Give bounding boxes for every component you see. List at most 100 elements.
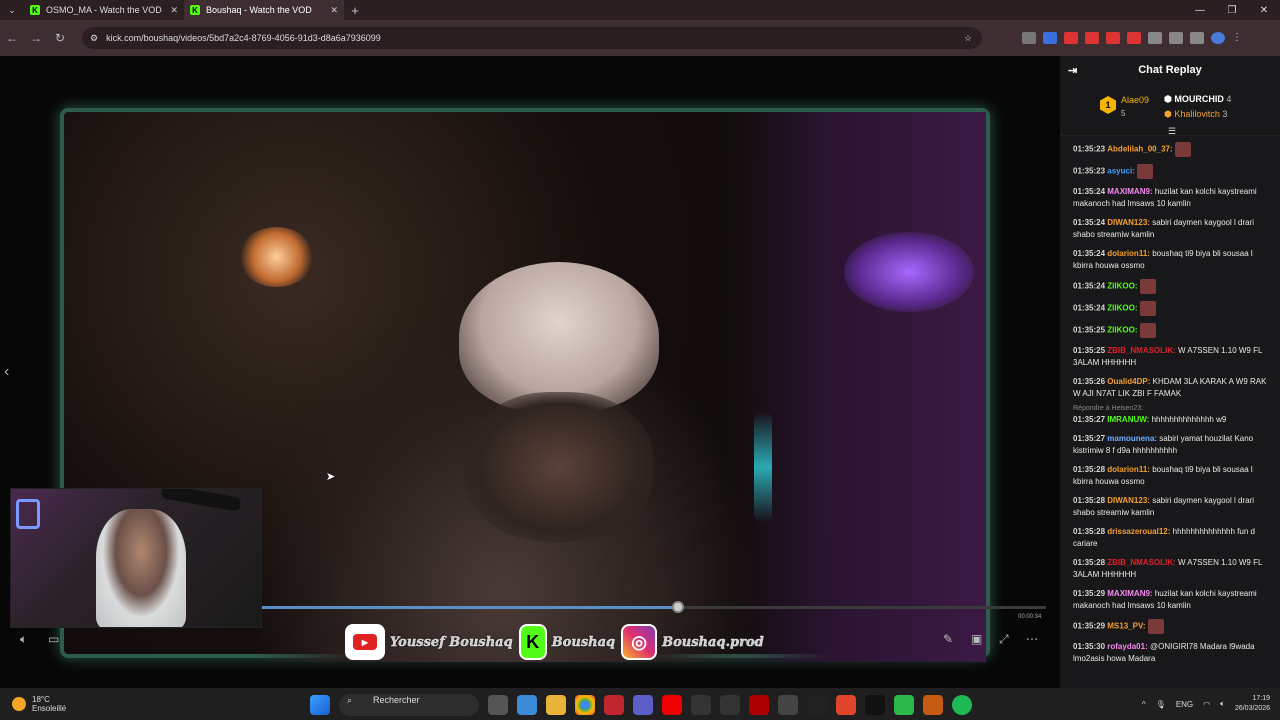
filter-icon[interactable]: ☰ <box>1168 126 1176 137</box>
message-username[interactable]: Oualid4DP: <box>1107 377 1150 386</box>
progress-knob[interactable] <box>671 601 684 613</box>
chat-toggle-icon[interactable]: ▭ <box>48 632 59 646</box>
reply-context: Répondre à Heisen23: <box>1073 405 1144 412</box>
app-icon[interactable] <box>604 695 624 715</box>
site-info-icon[interactable]: ⚙ <box>90 33 98 44</box>
brave-icon[interactable] <box>836 695 856 715</box>
close-icon[interactable]: ✕ <box>170 5 178 16</box>
settings-icon[interactable]: ⋯ <box>1026 632 1038 646</box>
extension-icon[interactable] <box>1148 32 1162 44</box>
youtube-app-icon[interactable] <box>662 695 682 715</box>
extension-icon[interactable] <box>1106 32 1120 44</box>
profile-avatar[interactable] <box>1211 32 1225 44</box>
app-icon[interactable] <box>894 695 914 715</box>
message-username[interactable]: MS13_PV: <box>1107 622 1145 631</box>
message-time: 01:35:24 <box>1073 187 1106 196</box>
collapse-chat-icon[interactable]: ⇥ <box>1068 64 1077 77</box>
message-username[interactable]: dolarion11: <box>1107 465 1150 474</box>
media-icon[interactable] <box>1190 32 1204 44</box>
tab-boushaq[interactable]: K Boushaq - Watch the VOD ✕ <box>184 0 344 20</box>
message-username[interactable]: mamounena: <box>1107 434 1157 443</box>
app-icon[interactable] <box>749 695 769 715</box>
chat-message: 01:35:25 ZBIB_NMASOLIK: W A7SSEN 1.10 W9… <box>1073 345 1268 369</box>
social-kick: K Boushaq <box>518 624 615 660</box>
app-icon[interactable] <box>923 695 943 715</box>
chrome-icon[interactable] <box>575 695 595 715</box>
message-username[interactable]: DIWAN123: <box>1107 218 1150 227</box>
microphone-icon[interactable]: 🎙︎ <box>1156 700 1166 709</box>
message-username[interactable]: ZIIKOO: <box>1107 326 1137 335</box>
kick-icon: K <box>30 5 40 15</box>
chat-message: 01:35:29 MS13_PV: <box>1073 619 1268 634</box>
cyan-light <box>754 412 772 522</box>
extension-icon[interactable] <box>1085 32 1099 44</box>
message-username[interactable]: MAXIMAN9: <box>1107 589 1152 598</box>
app-icon[interactable] <box>778 695 798 715</box>
minimize-button[interactable]: — <box>1184 5 1216 16</box>
menu-icon[interactable]: ⋮ <box>1232 32 1246 44</box>
windows-start-icon[interactable] <box>310 695 330 715</box>
social-name: Youssef Boushaq <box>390 634 513 650</box>
forward-button[interactable]: → <box>24 31 48 45</box>
extension-icon[interactable] <box>1043 32 1057 44</box>
close-icon[interactable]: ✕ <box>330 5 338 16</box>
tab-search-icon[interactable]: ⌄ <box>0 5 24 16</box>
back-button[interactable]: ← <box>0 31 24 45</box>
app-icon[interactable] <box>691 695 711 715</box>
message-text: hhhhhhhhhhhhhh w9 <box>1151 415 1227 424</box>
taskbar-search[interactable]: ⌕ Rechercher <box>339 694 479 716</box>
tab-osmo[interactable]: K OSMO_MA - Watch the VOD of ✕ <box>24 0 184 20</box>
wifi-icon[interactable]: ◠ <box>1203 700 1210 709</box>
message-username[interactable]: dolarion11: <box>1107 249 1150 258</box>
clock[interactable]: 17:19 26/03/2026 <box>1235 694 1270 714</box>
emote-image <box>1139 323 1156 338</box>
file-explorer-icon[interactable] <box>546 695 566 715</box>
progress-bar[interactable] <box>262 601 1046 613</box>
puzzle-icon[interactable] <box>1169 32 1183 44</box>
app-icon[interactable] <box>720 695 740 715</box>
teams-icon[interactable] <box>633 695 653 715</box>
volume-icon[interactable]: 🔈︎ <box>20 632 27 647</box>
chat-panel: ⇥ Chat Replay 1 Alae09 5 ⬢ MOURCHID 4 ⬢ … <box>1060 56 1280 688</box>
leader-third[interactable]: ⬢ Khalilovitch 3 <box>1164 109 1227 120</box>
spotify-icon[interactable] <box>952 695 972 715</box>
clip-icon[interactable]: ✎ <box>943 632 953 646</box>
url-field[interactable]: ⚙ kick.com/boushaq/videos/5bd7a2c4-8769-… <box>82 27 982 49</box>
message-username[interactable]: drissazeroual12: <box>1107 527 1170 536</box>
leader-first-name[interactable]: Alae09 <box>1121 95 1149 105</box>
video-player[interactable]: ‹ ➤ 00:00:34 🔈︎ ▭ ✎ ▣ ⤢ ⋯ ▶ Youssef Bous… <box>0 56 1060 688</box>
extension-icon[interactable] <box>1127 32 1141 44</box>
language-indicator[interactable]: ENG <box>1176 700 1193 709</box>
message-username[interactable]: ZIIKOO: <box>1107 282 1137 291</box>
leader-second[interactable]: ⬢ MOURCHID 4 <box>1164 94 1231 105</box>
extension-icon[interactable] <box>1064 32 1078 44</box>
close-window-button[interactable]: ✕ <box>1248 5 1280 16</box>
message-username[interactable]: ZBIB_NMASOLIK: <box>1107 558 1175 567</box>
fullscreen-icon[interactable]: ⤢ <box>999 632 1009 647</box>
leader-second-name: MOURCHID <box>1174 94 1224 104</box>
message-username[interactable]: ZBIB_NMASOLIK: <box>1107 346 1175 355</box>
speaker-icon[interactable]: 🔈︎ <box>1220 699 1225 709</box>
extension-icon[interactable] <box>1022 32 1036 44</box>
app-icon[interactable] <box>865 695 885 715</box>
task-view-icon[interactable] <box>488 695 508 715</box>
message-time: 01:35:29 <box>1073 589 1106 598</box>
app-icon[interactable] <box>807 695 827 715</box>
message-username[interactable]: Abdelilah_00_37: <box>1107 145 1172 154</box>
chevron-left-icon[interactable]: ‹ <box>4 363 9 381</box>
copilot-icon[interactable] <box>517 695 537 715</box>
new-tab-button[interactable]: + <box>344 3 366 18</box>
weather-widget[interactable]: 18°C Ensoleillé <box>12 695 212 713</box>
message-username[interactable]: MAXIMAN9: <box>1107 187 1152 196</box>
message-username[interactable]: rofayda01: <box>1107 642 1147 651</box>
message-username[interactable]: DIWAN123: <box>1107 496 1150 505</box>
maximize-button[interactable]: ❐ <box>1216 5 1248 16</box>
reload-button[interactable]: ↻ <box>48 31 72 45</box>
social-youtube: ▶ Youssef Boushaq <box>345 624 513 660</box>
bookmark-star-icon[interactable]: ☆ <box>964 33 972 44</box>
pip-icon[interactable]: ▣ <box>971 632 982 646</box>
message-username[interactable]: ZIIKOO: <box>1107 304 1137 313</box>
chevron-up-icon[interactable]: ^ <box>1142 700 1146 709</box>
message-username[interactable]: asyuci: <box>1107 167 1135 176</box>
message-username[interactable]: IMRANUW: <box>1107 415 1149 424</box>
